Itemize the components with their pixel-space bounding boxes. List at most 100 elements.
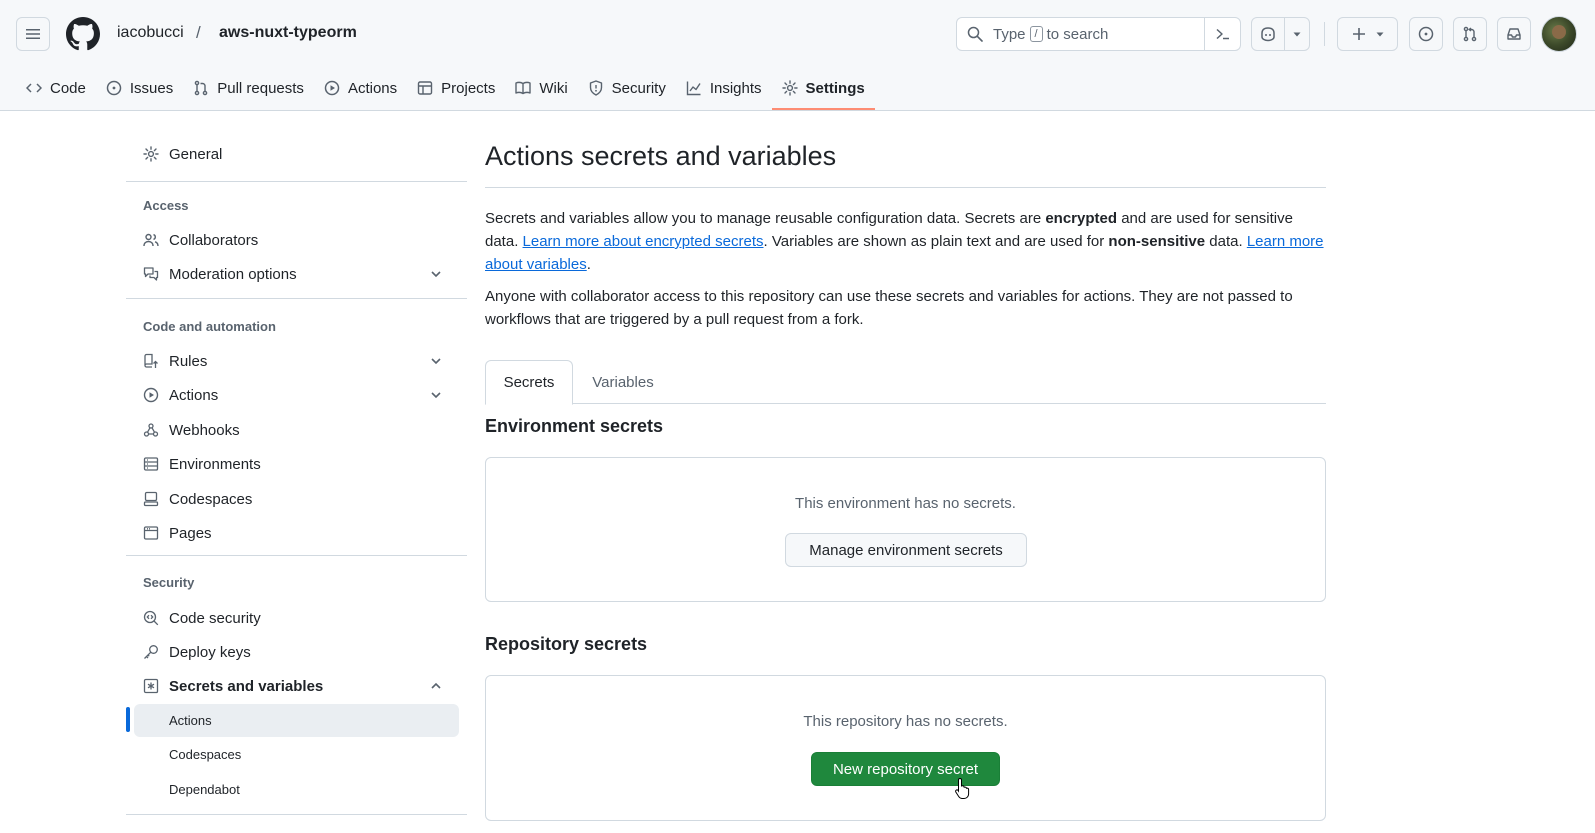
tab-issues[interactable]: Issues: [96, 68, 183, 108]
sidebar-item-general[interactable]: General: [134, 137, 459, 171]
learn-more-encrypted-secrets-link[interactable]: Learn more about encrypted secrets: [523, 233, 764, 250]
sidebar-item-label: Moderation options: [169, 265, 297, 283]
sidebar-item-pages[interactable]: Pages: [134, 516, 459, 550]
chevron-down-icon: [431, 358, 441, 365]
tab-label: Issues: [129, 79, 174, 97]
sidebar-item-deploy-keys[interactable]: Deploy keys: [134, 635, 459, 669]
intro-emphasis-non-sensitive: non-sensitive: [1108, 233, 1206, 250]
sidebar-item-label: Codespaces: [169, 747, 242, 762]
create-new-button[interactable]: [1337, 17, 1398, 51]
tab-insights[interactable]: Insights: [676, 68, 772, 108]
page-title: Actions secrets and variables: [485, 141, 837, 171]
sidebar-divider: [126, 298, 467, 299]
copilot-icon: [1261, 27, 1275, 42]
search-placeholder: Type / to search: [993, 26, 1108, 43]
sidebar-heading-access: Access: [143, 198, 189, 213]
sidebar-item-actions[interactable]: Actions: [134, 378, 459, 412]
sidebar-item-label: Code security: [169, 609, 261, 627]
sidebar-heading-code-automation: Code and automation: [143, 319, 276, 334]
chevron-down-icon: [431, 271, 441, 278]
sidebar-divider: [126, 181, 467, 182]
tab-actions[interactable]: Actions: [314, 68, 407, 108]
sidebar-item-webhooks[interactable]: Webhooks: [134, 413, 459, 447]
inbox-icon: [1507, 28, 1521, 40]
tab-security[interactable]: Security: [578, 68, 676, 108]
tab-label: Wiki: [539, 79, 568, 97]
shield-icon: [589, 80, 602, 96]
user-avatar[interactable]: [1541, 16, 1577, 52]
copilot-chat-button[interactable]: [1252, 18, 1284, 50]
repository-empty-message: This repository has no secrets.: [803, 713, 1008, 730]
tab-secrets[interactable]: Secrets: [485, 360, 573, 405]
hand-pointer-icon: [955, 777, 970, 799]
plus-icon: [1352, 28, 1365, 40]
inbox-button[interactable]: [1497, 17, 1531, 51]
three-bars-icon: [26, 29, 40, 39]
sidebar-heading-security: Security: [143, 575, 195, 590]
copilot-button[interactable]: [1251, 17, 1310, 51]
sidebar-subitem-codespaces[interactable]: Codespaces: [134, 738, 459, 771]
sidebar-subitem-dependabot[interactable]: Dependabot: [134, 773, 459, 806]
sidebar-item-code-security[interactable]: Code security: [134, 601, 459, 635]
tab-label: Projects: [441, 79, 496, 97]
issue-opened-icon: [1418, 26, 1434, 42]
sidebar-item-label: Actions: [169, 713, 212, 728]
sidebar-item-label: General: [169, 145, 223, 163]
tab-settings[interactable]: Settings: [771, 68, 875, 110]
copilot-dropdown-button[interactable]: [1284, 18, 1309, 50]
comment-discussion-icon: [143, 267, 159, 281]
intro-text-4: data.: [1205, 233, 1247, 250]
tab-code[interactable]: Code: [16, 68, 96, 108]
gear-icon: [781, 80, 798, 96]
repository-secrets-box: This repository has no secrets. New repo…: [485, 675, 1326, 821]
git-pull-request-icon: [1463, 26, 1477, 42]
environment-empty-message: This environment has no secrets.: [795, 495, 1016, 512]
tab-projects[interactable]: Projects: [407, 68, 505, 108]
sidebar-item-label: Codespaces: [169, 490, 253, 508]
intro-emphasis-encrypted: encrypted: [1045, 210, 1118, 227]
codescan-icon: [143, 610, 159, 626]
people-icon: [143, 233, 159, 247]
tab-label: Pull requests: [217, 79, 304, 97]
key-asterisk-icon: [143, 678, 159, 694]
triangle-down-icon: [1376, 32, 1383, 37]
sidebar-item-label: Collaborators: [169, 231, 259, 249]
your-issues-button[interactable]: [1409, 17, 1443, 51]
tab-label: Settings: [805, 79, 865, 97]
breadcrumb-repo[interactable]: aws-nuxt-typeorm: [219, 24, 357, 42]
manage-environment-secrets-button[interactable]: Manage environment secrets: [785, 533, 1027, 567]
tab-label: Insights: [709, 79, 762, 97]
title-divider: [485, 187, 1326, 188]
search-prefix: Type: [993, 25, 1026, 43]
tab-pull-requests[interactable]: Pull requests: [183, 68, 314, 108]
sidebar-item-label: Secrets and variables: [169, 677, 324, 695]
tab-label: Actions: [347, 79, 398, 97]
sidebar-item-label: Deploy keys: [169, 643, 251, 661]
breadcrumb-separator: /: [196, 23, 201, 42]
secrets-variables-tabs: Secrets Variables: [485, 360, 1326, 405]
sidebar-item-collaborators[interactable]: Collaborators: [134, 223, 459, 257]
terminal-icon: [1215, 28, 1229, 40]
sidebar-item-secrets-and-variables[interactable]: Secrets and variables: [134, 669, 459, 703]
sidebar-item-label: Environments: [169, 455, 261, 473]
tab-wiki[interactable]: Wiki: [505, 68, 577, 108]
hamburger-menu-button[interactable]: [16, 17, 50, 51]
your-pull-requests-button[interactable]: [1453, 17, 1487, 51]
sidebar-item-environments[interactable]: Environments: [134, 447, 459, 481]
sidebar-item-codespaces[interactable]: Codespaces: [134, 482, 459, 516]
sidebar-subitem-actions[interactable]: Actions: [134, 704, 459, 737]
search-key-hint: /: [1029, 26, 1043, 42]
breadcrumb-owner[interactable]: iacobucci: [117, 24, 184, 42]
codespaces-icon: [143, 491, 159, 507]
browser-icon: [143, 526, 159, 540]
sidebar-item-label: Webhooks: [169, 421, 240, 439]
triangle-down-icon: [1293, 32, 1301, 37]
sidebar-item-moderation[interactable]: Moderation options: [134, 257, 459, 291]
sidebar-item-rules[interactable]: Rules: [134, 344, 459, 378]
chevron-up-icon: [431, 682, 441, 689]
issue-opened-icon: [106, 80, 122, 96]
github-logo-icon[interactable]: [66, 17, 100, 51]
search-input[interactable]: Type / to search: [956, 17, 1241, 51]
command-palette-button[interactable]: [1204, 18, 1240, 50]
tab-variables[interactable]: Variables: [573, 360, 673, 405]
